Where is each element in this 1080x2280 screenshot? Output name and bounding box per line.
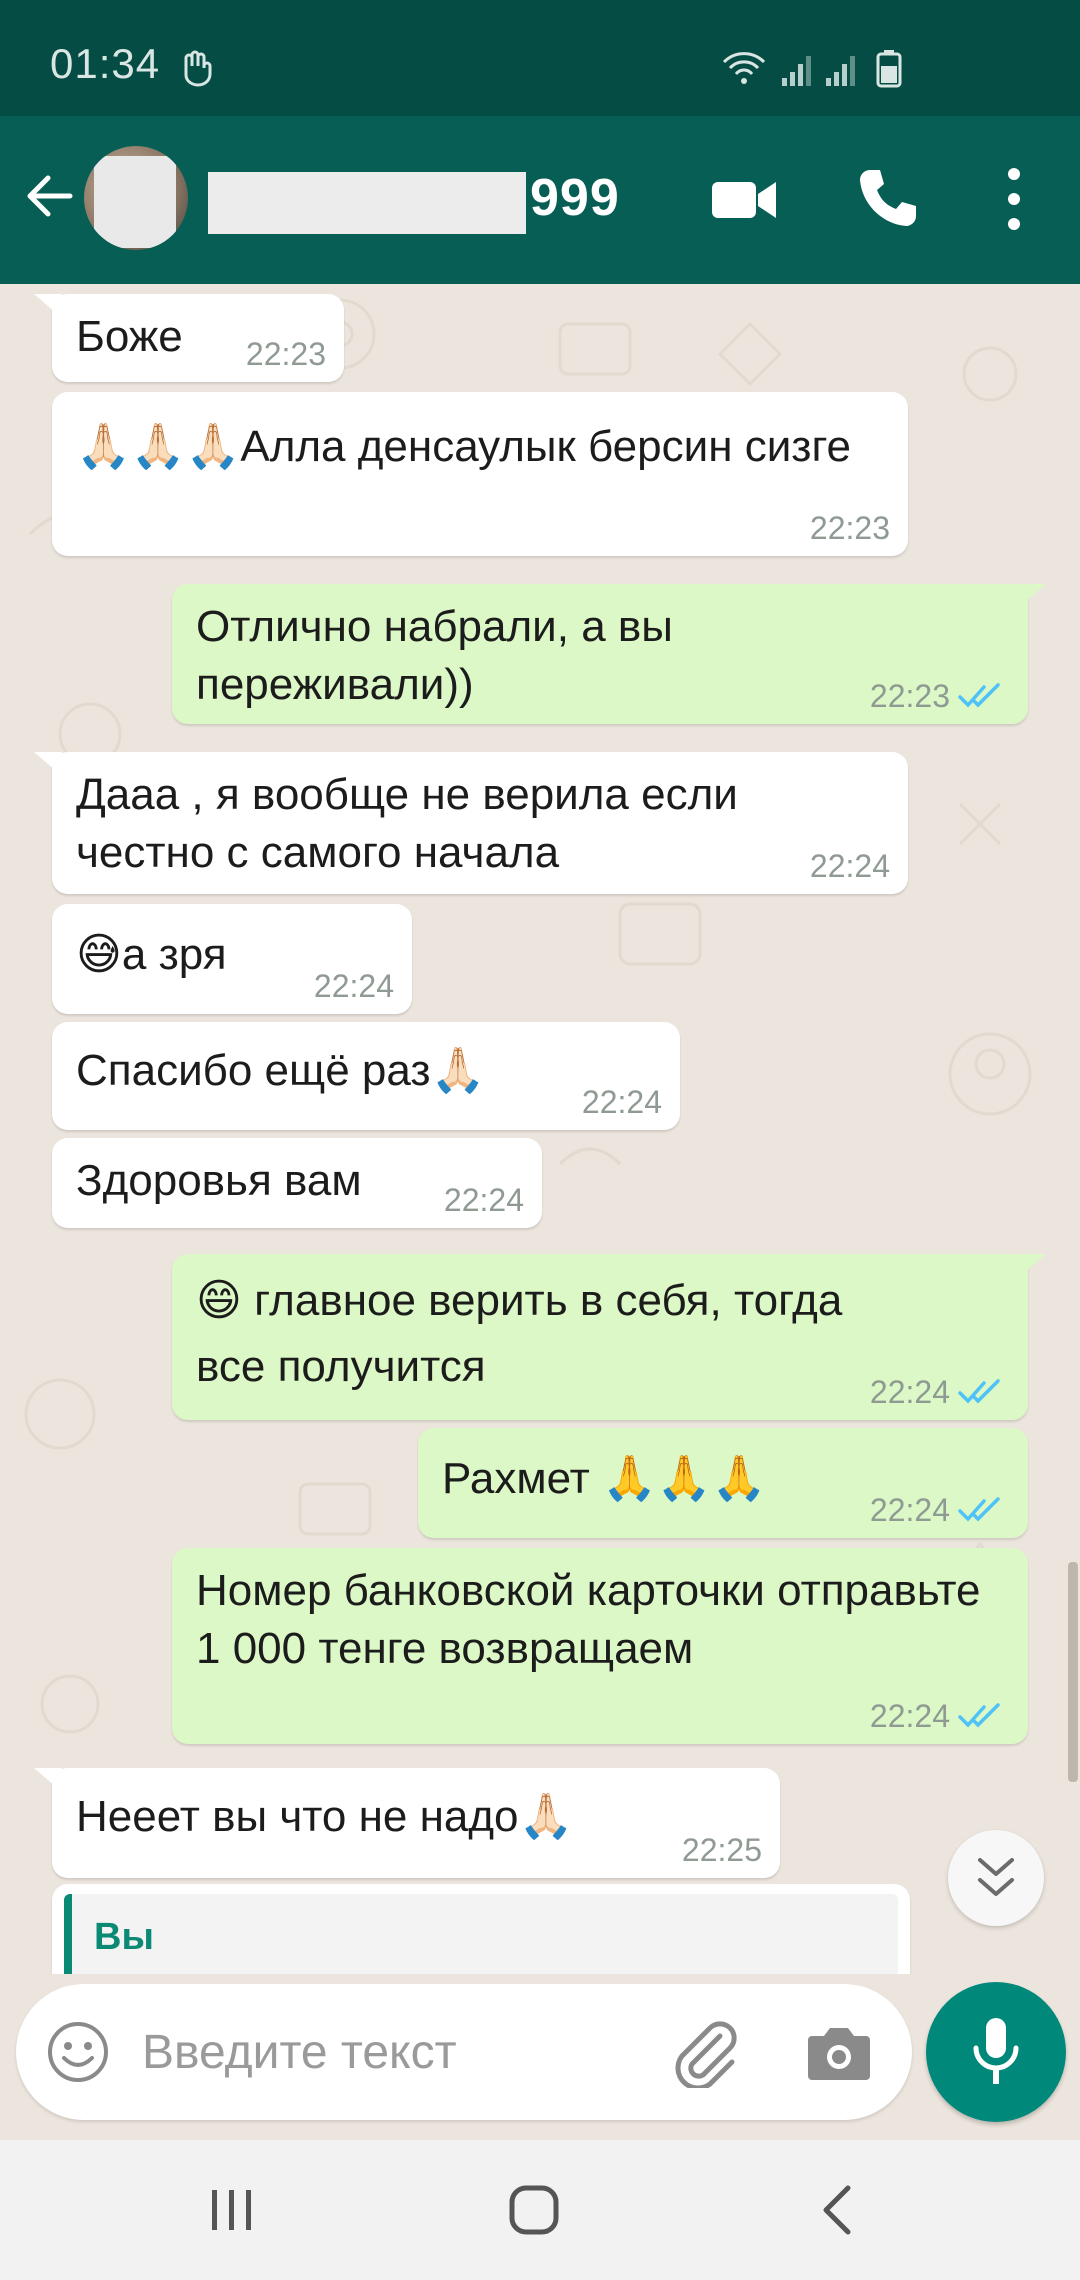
double-chevron-down-icon	[978, 1858, 1014, 1896]
signal-icon	[782, 56, 855, 86]
message-text: Дааа , я вообще не верила если честно с …	[76, 770, 738, 877]
wifi-icon	[722, 52, 766, 76]
message-time: 22:24	[443, 1182, 524, 1218]
gesture-hand-icon	[184, 50, 212, 87]
scrollbar[interactable]	[1068, 1562, 1078, 1782]
chat-area[interactable]: Боже 22:23 🙏🏻🙏🏻🙏🏻Алла денсаулык берсин с…	[0, 284, 1080, 1974]
read-receipt-icon	[958, 1379, 1000, 1404]
message-text: Нееет вы что не надо🙏🏻	[76, 1792, 574, 1841]
message-time: 22:23	[245, 336, 326, 372]
scroll-to-bottom-button[interactable]	[948, 1830, 1044, 1926]
home-icon[interactable]	[508, 2184, 560, 2236]
bubble-tail	[1018, 1254, 1046, 1278]
contact-name-redaction	[208, 172, 526, 234]
message-composer	[16, 1984, 912, 2120]
read-receipt-icon	[958, 1703, 1000, 1728]
message-meta: 22:24	[870, 1492, 1008, 1528]
message-text: Номер банковской карточки отправьте 1 00…	[196, 1566, 981, 1673]
message-meta: 22:24	[314, 968, 394, 1004]
message-incoming[interactable]: Дааа , я вообще не верила если честно с …	[34, 752, 908, 894]
message-incoming[interactable]: Здоровья вам 22:24	[52, 1138, 542, 1228]
message-time: 22:24	[869, 1374, 950, 1410]
message-meta: 22:23	[246, 336, 326, 372]
message-text: Отлично набрали, а вы переживали))	[196, 602, 673, 709]
message-meta: 22:24	[582, 1084, 662, 1120]
read-receipt-icon	[958, 683, 1000, 708]
message-meta: 22:25	[682, 1832, 762, 1868]
contact-avatar[interactable]	[84, 146, 188, 250]
message-meta: 22:23	[870, 678, 1008, 714]
message-incoming[interactable]: Спасибо ещё раз🙏🏻 22:24	[52, 1022, 680, 1130]
message-time: 22:23	[869, 678, 950, 714]
message-meta: 22:24	[810, 848, 890, 884]
emoji-icon[interactable]	[46, 2020, 110, 2084]
battery-icon	[876, 50, 902, 88]
message-time: 22:23	[809, 510, 890, 546]
message-time: 22:25	[681, 1832, 762, 1868]
mic-icon	[973, 2018, 1019, 2084]
quote-author: Вы	[94, 1916, 154, 1958]
message-incoming[interactable]: 🙏🏻🙏🏻🙏🏻Алла денсаулык берсин сизге 22:23	[52, 392, 908, 556]
message-time: 22:24	[809, 848, 890, 884]
message-incoming[interactable]: 😅а зря 22:24	[52, 904, 412, 1014]
system-nav-bar	[0, 2140, 1080, 2280]
message-outgoing[interactable]: Номер банковской карточки отправьте 1 00…	[172, 1548, 1028, 1744]
more-vertical-icon[interactable]	[1000, 166, 1028, 232]
read-receipt-icon	[958, 1497, 1000, 1522]
message-meta: 22:24	[870, 1698, 1008, 1734]
status-bar: 01:34	[0, 0, 1080, 116]
bubble-tail	[34, 1768, 62, 1792]
back-icon[interactable]	[818, 2184, 858, 2236]
attach-icon[interactable]	[670, 2018, 740, 2088]
bubble-tail	[1018, 584, 1046, 608]
avatar-redaction	[94, 156, 176, 248]
message-outgoing[interactable]: Рахмет 🙏🙏🙏 22:24	[418, 1428, 1028, 1538]
message-time: 22:24	[581, 1084, 662, 1120]
recent-apps-icon[interactable]	[206, 2186, 258, 2234]
video-call-icon[interactable]	[710, 170, 778, 230]
message-incoming[interactable]: Нееет вы что не надо🙏🏻 22:25	[34, 1768, 780, 1878]
camera-icon[interactable]	[806, 2022, 872, 2082]
message-outgoing[interactable]: Отлично набрали, а вы переживали)) 22:23	[172, 584, 1046, 724]
chat-header: 999	[0, 116, 1080, 284]
message-incoming[interactable]: Боже 22:23	[34, 294, 344, 382]
message-text: 😄 главное верить в себя, тогда все получ…	[196, 1276, 843, 1391]
message-meta: 22:23	[810, 510, 890, 546]
phone-icon[interactable]	[856, 166, 920, 230]
message-time: 22:24	[313, 968, 394, 1004]
back-arrow-icon[interactable]	[22, 168, 78, 224]
contact-name[interactable]: 999	[530, 168, 620, 228]
message-outgoing[interactable]: 😄 главное верить в себя, тогда все получ…	[172, 1254, 1046, 1420]
message-meta: 22:24	[444, 1182, 524, 1218]
message-time: 22:24	[869, 1492, 950, 1528]
message-text: 🙏🏻🙏🏻🙏🏻Алла денсаулык берсин сизге	[76, 422, 852, 471]
voice-message-button[interactable]	[926, 1982, 1066, 2122]
message-meta: 22:24	[870, 1374, 1008, 1410]
message-input[interactable]	[142, 2014, 642, 2090]
quoted-message[interactable]: Вы	[64, 1894, 898, 1974]
bubble-tail	[34, 294, 62, 318]
status-time: 01:34	[50, 40, 161, 87]
message-incoming-with-quote[interactable]: Вы	[52, 1884, 910, 1974]
message-time: 22:24	[869, 1698, 950, 1734]
bubble-tail	[34, 752, 62, 776]
status-icons	[722, 50, 902, 88]
message-text: Спасибо ещё раз🙏🏻	[76, 1046, 486, 1095]
